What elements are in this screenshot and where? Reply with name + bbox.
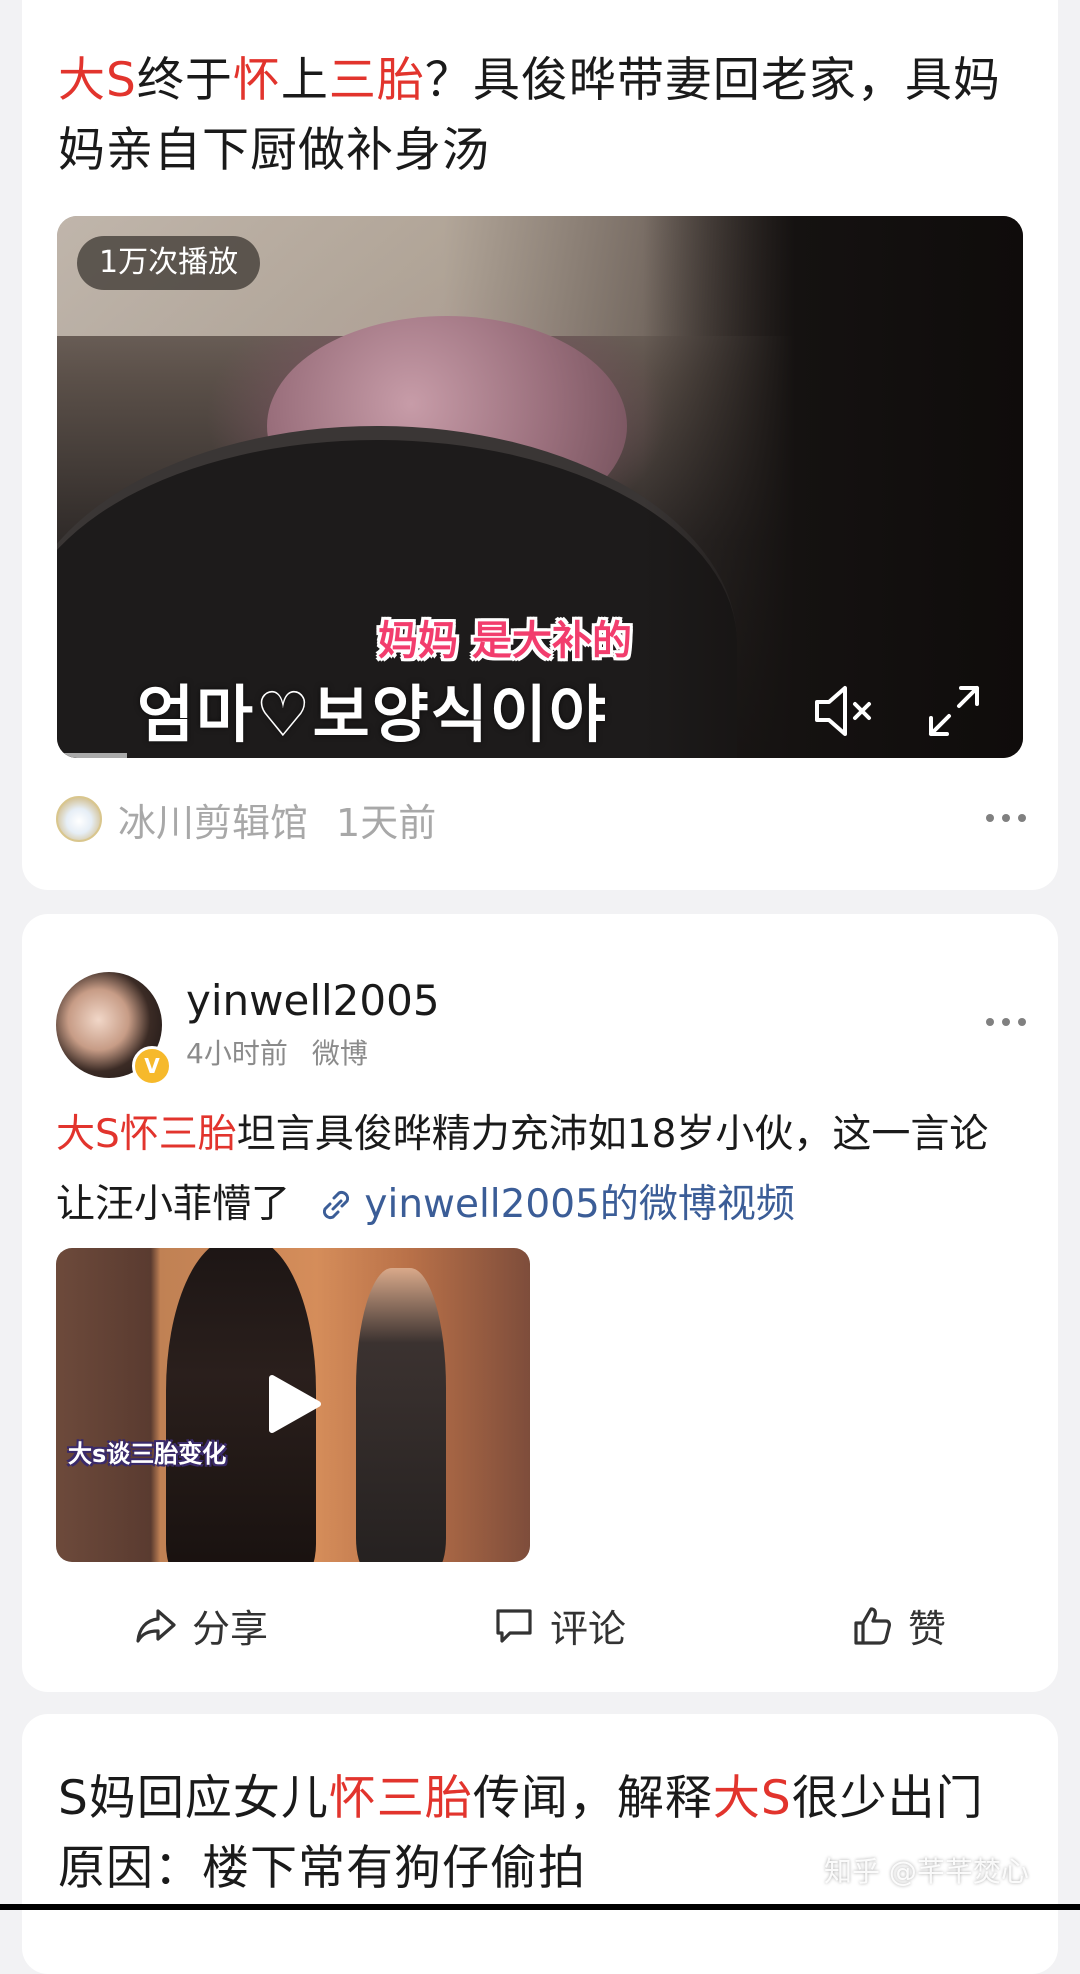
fullscreen-icon[interactable] — [925, 682, 983, 740]
topic-highlight[interactable]: 大S怀三胎 — [56, 1112, 237, 1157]
card-meta: 冰川剪辑馆 1天前 — [56, 792, 437, 847]
post-time: 4小时前 — [186, 1037, 288, 1070]
action-bar: 分享 评论 赞 — [22, 1590, 1058, 1660]
card-title[interactable]: 大S终于怀上三胎？具俊晔带妻回老家，具妈妈亲自下厨做补身汤 — [58, 46, 1028, 186]
feed-card-weibo-post[interactable]: V yinwell2005 4小时前 微博 大S怀三胎坦言具俊晔精力充沛如18岁小… — [22, 914, 1058, 1692]
title-highlight: 大S — [58, 53, 137, 108]
post-subline: 4小时前 微博 — [186, 1032, 368, 1072]
play-count-badge: 1万次播放 — [77, 236, 261, 290]
post-text[interactable]: 大S怀三胎坦言具俊晔精力充沛如18岁小伙，这一言论让汪小菲懵了 yinwell2… — [56, 1100, 1026, 1240]
feed-card-video-article[interactable]: 大S终于怀上三胎？具俊晔带妻回老家，具妈妈亲自下厨做补身汤 1万次播放 妈妈 是… — [22, 0, 1058, 890]
mute-icon[interactable] — [809, 676, 879, 746]
like-button[interactable]: 赞 — [850, 1598, 946, 1653]
comment-label: 评论 — [549, 1606, 626, 1651]
comment-icon — [496, 1609, 532, 1643]
thumbnail-figure — [356, 1268, 446, 1562]
more-options-icon[interactable] — [986, 1018, 1026, 1030]
play-icon[interactable] — [266, 1374, 322, 1434]
title-highlight: 怀三胎 — [328, 1771, 473, 1826]
post-source: 微博 — [311, 1037, 368, 1070]
bottom-edge — [0, 1904, 1080, 1910]
zhihu-watermark: 知乎 @芊芊焚心 — [824, 1855, 1029, 1888]
video-progress-bar[interactable] — [57, 753, 127, 758]
video-thumbnail[interactable]: 大s谈三胎变化 — [56, 1248, 530, 1562]
author-avatar[interactable] — [56, 796, 102, 842]
title-text: 终于 — [136, 53, 233, 108]
thumbnail-caption: 大s谈三胎变化 — [68, 1440, 227, 1468]
share-icon — [136, 1609, 176, 1643]
comment-button[interactable]: 评论 — [492, 1598, 626, 1653]
verified-badge-icon: V — [132, 1046, 172, 1086]
weibo-video-link[interactable]: yinwell2005的微博视频 — [364, 1182, 794, 1227]
title-highlight: 怀 — [232, 53, 281, 108]
share-button[interactable]: 分享 — [134, 1598, 268, 1653]
title-highlight: 三胎 — [328, 53, 425, 108]
video-subtitle-kr: 엄마♡보양식이야 — [137, 678, 608, 751]
link-icon — [323, 1190, 350, 1220]
post-time: 1天前 — [336, 800, 437, 845]
video-subtitle-cn: 妈妈 是大补的 — [378, 618, 632, 664]
video-player[interactable]: 1万次播放 妈妈 是大补的 엄마♡보양식이야 — [57, 216, 1023, 758]
author-name[interactable]: 冰川剪辑馆 — [118, 792, 308, 847]
like-label: 赞 — [907, 1606, 946, 1651]
title-text: 上 — [280, 53, 329, 108]
title-highlight: 大S — [712, 1771, 792, 1826]
title-text: S妈回应女儿 — [58, 1771, 329, 1826]
thumbs-up-icon — [854, 1607, 891, 1645]
feed-card-article[interactable]: S妈回应女儿怀三胎传闻，解释大S很少出门原因：楼下常有狗仔偷拍 — [22, 1714, 1058, 1974]
title-text: 传闻，解释 — [472, 1771, 713, 1826]
share-label: 分享 — [191, 1606, 268, 1651]
more-options-icon[interactable] — [986, 814, 1026, 826]
username[interactable]: yinwell2005 — [186, 976, 440, 1025]
